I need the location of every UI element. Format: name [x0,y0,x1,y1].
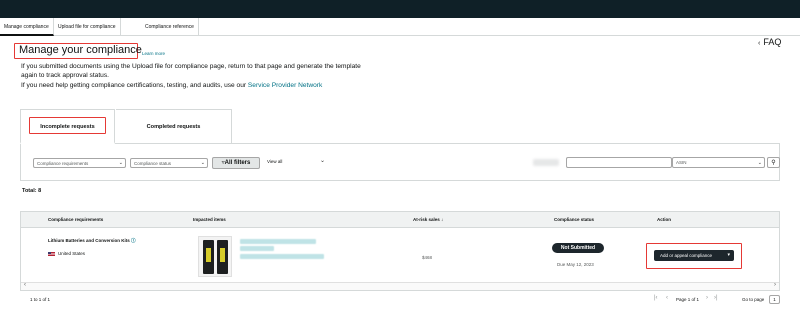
header-impacted-items: Impacted items [193,217,226,222]
compliance-status-select[interactable]: Compliance status ⌄ [130,158,208,168]
last-page-icon[interactable]: ›| [714,295,718,301]
product-title-link[interactable] [240,239,316,244]
table-header: Compliance requirements Impacted items A… [21,212,779,228]
service-provider-network-link[interactable]: Service Provider Network [248,82,322,89]
header-at-risk-sales[interactable]: At-risk sales ↓ [413,212,443,228]
page-title: Manage your compliance [19,44,142,56]
sort-arrow-icon: ↓ [441,217,444,222]
at-risk-sales-value: $468 [422,255,433,260]
tab-manage-compliance[interactable]: Manage compliance [0,18,54,36]
intro-line-3: If you need help getting compliance cert… [21,81,322,90]
next-page-icon[interactable]: › [706,295,708,301]
product-title-link-line-2[interactable] [240,246,274,251]
result-range: 1 to 1 of 1 [30,297,51,302]
go-to-page-label: Go to page [742,297,765,302]
chevron-down-icon: ▾ [727,252,730,258]
search-category-select[interactable]: ASIN ⌄ [672,157,765,168]
view-all-label: View all [267,159,283,164]
product-title-link-2[interactable] [240,254,324,259]
product-device-right [217,240,228,274]
total-count: Total: 8 [22,188,42,194]
tab-completed-requests[interactable]: Completed requests [116,109,232,144]
info-icon[interactable]: ⓘ [131,238,136,243]
scroll-right-icon[interactable]: › [774,282,776,288]
tab-compliance-reference[interactable]: Compliance reference [141,18,199,36]
view-all-dropdown[interactable]: ⌄ [320,157,325,164]
chevron-left-icon: ‹ [758,40,761,47]
incomplete-tab-highlight-box [29,117,106,134]
search-category-label: ASIN [676,160,687,165]
horizontal-scrollbar[interactable]: ‹ › [21,282,779,290]
intro-line-3-text: If you need help getting compliance cert… [21,82,248,89]
header-compliance-requirements: Compliance requirements [48,217,104,222]
all-filters-label: All filters [224,160,251,166]
header-at-risk-sales-label: At-risk sales [413,217,440,222]
product-device-left [203,240,214,274]
due-date: Due May 12, 2023 [557,262,594,267]
compliance-status-select-label: Compliance status [134,161,172,166]
marketplace-region: United States [58,251,86,256]
tab-strip: Manage compliance Upload file for compli… [0,18,800,36]
add-or-appeal-label: Add or appeal compliance [660,253,713,258]
compliance-requirements-select-label: Compliance requirements [37,161,89,166]
previous-page-icon[interactable]: ‹ [666,295,668,301]
header-action: Action [657,217,671,222]
intro-line-2: again to track approval status. [21,72,109,79]
page-indicator: Page 1 of 1 [676,297,700,302]
intro-line-1: If you submitted documents using the Upl… [21,63,361,70]
product-image[interactable] [198,236,232,277]
go-to-page-input[interactable]: 1 [769,295,780,304]
search-input[interactable] [566,157,672,168]
search-icon: ⚲ [771,160,776,166]
redacted-marketplace [533,159,559,166]
requirement-name-text: Lithium Batteries and Conversion Kits [48,238,130,243]
scroll-left-icon[interactable]: ‹ [24,282,26,288]
first-page-icon[interactable]: |‹ [654,295,658,301]
status-badge: Not Submitted [552,243,604,253]
compliance-table: Compliance requirements Impacted items A… [20,211,780,291]
chevron-down-icon: ⌄ [200,160,205,166]
all-filters-button[interactable]: ▿All filters [212,157,260,169]
us-flag-icon [48,252,55,256]
top-navigation-bar [0,0,800,18]
add-or-appeal-compliance-button[interactable]: Add or appeal compliance ▾ [654,250,734,261]
chevron-down-icon: ⌄ [118,160,123,166]
chevron-down-icon: ⌄ [320,158,326,164]
faq-button[interactable]: ‹ FAQ [758,37,781,47]
requirement-name: Lithium Batteries and Conversion Kits ⓘ [48,238,136,244]
search-button[interactable]: ⚲ [767,157,780,168]
chevron-down-icon: ⌄ [757,160,762,166]
tab-upload-file[interactable]: Upload file for compliance [54,18,121,36]
header-compliance-status: Compliance status [554,217,595,222]
compliance-requirements-select[interactable]: Compliance requirements ⌄ [33,158,126,168]
learn-more-link[interactable]: Learn more [142,51,165,56]
faq-label: FAQ [763,37,782,47]
request-tabs: Incomplete requests Completed requests [20,109,780,144]
pagination-footer: 1 to 1 of 1 |‹ ‹ Page 1 of 1 › ›| Go to … [20,293,780,307]
